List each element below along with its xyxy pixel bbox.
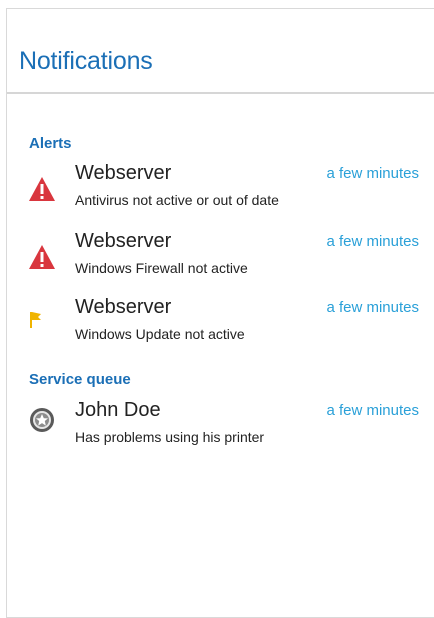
user-avatar-icon	[27, 405, 57, 435]
alert-item[interactable]: Webserver Antivirus not active or out of…	[27, 162, 434, 222]
notifications-panel: Notifications Alerts Webserver Antivirus…	[6, 8, 434, 618]
alert-timestamp[interactable]: a few minutes	[326, 165, 419, 182]
alerts-heading: Alerts	[29, 135, 72, 152]
queue-title: John Doe	[75, 399, 161, 421]
alert-title: Webserver	[75, 230, 172, 252]
queue-description: Has problems using his printer	[75, 429, 265, 445]
flag-icon	[27, 306, 57, 336]
alert-description: Windows Update not active	[75, 326, 245, 342]
alert-title: Webserver	[75, 162, 172, 184]
alert-item[interactable]: Webserver Windows Update not active a fe…	[27, 296, 434, 356]
alert-title: Webserver	[75, 296, 172, 318]
warning-triangle-icon	[27, 174, 57, 204]
alert-description: Antivirus not active or out of date	[75, 192, 279, 208]
panel-header: Notifications	[7, 9, 434, 94]
alert-item[interactable]: Webserver Windows Firewall not active a …	[27, 230, 434, 290]
warning-triangle-icon	[27, 242, 57, 272]
alert-description: Windows Firewall not active	[75, 260, 248, 276]
service-queue-item[interactable]: John Doe Has problems using his printer …	[27, 399, 434, 459]
service-queue-heading: Service queue	[29, 371, 131, 388]
page-title: Notifications	[19, 47, 153, 75]
alert-timestamp[interactable]: a few minutes	[326, 233, 419, 250]
alert-timestamp[interactable]: a few minutes	[326, 299, 419, 316]
queue-timestamp[interactable]: a few minutes	[326, 402, 419, 419]
